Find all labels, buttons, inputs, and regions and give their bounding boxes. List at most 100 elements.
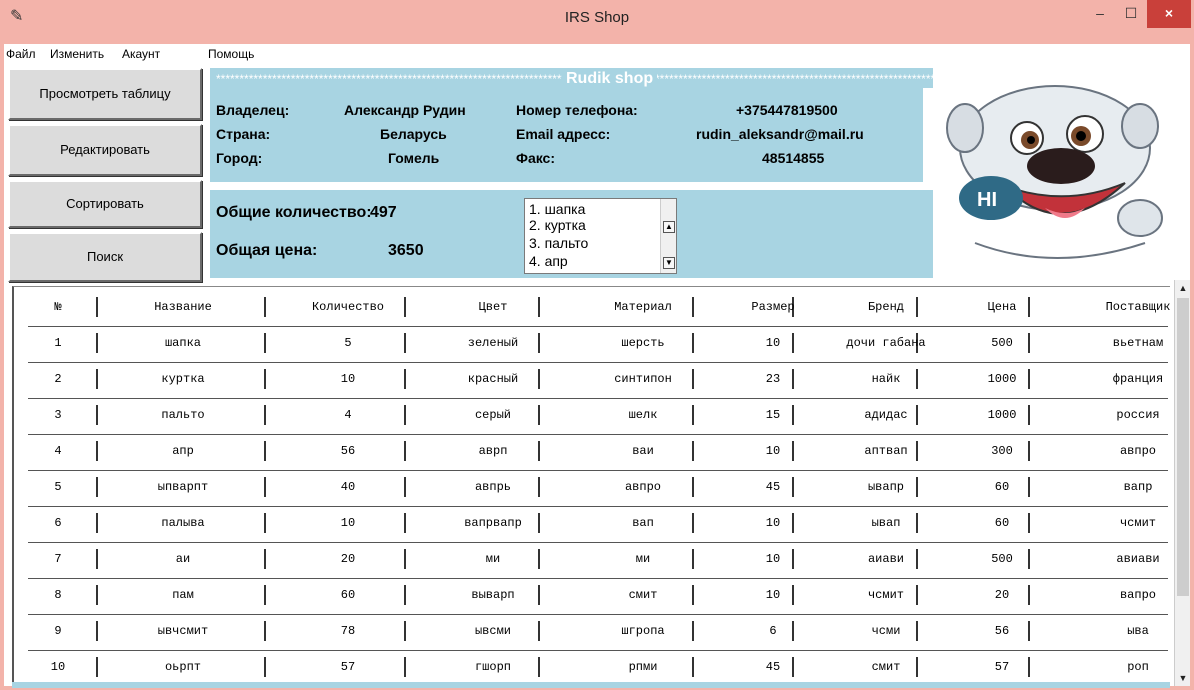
table-cell: 60 [994, 516, 1010, 530]
table-cell: авпро [624, 480, 661, 494]
shop-info-panel: ****************************************… [210, 68, 933, 182]
table-cell: 56 [994, 624, 1010, 638]
table-cell: ывсми [474, 624, 511, 638]
table-cell: вапрвапр [464, 516, 522, 530]
table-row[interactable]: 8 пам 60 выварп смит 10 чсмит 20 вапро [28, 579, 1168, 615]
table-cell: 10 [765, 588, 781, 602]
table-header-row: № Название Количество Цвет Материал Размер Бре… [28, 291, 1170, 327]
app-window: ✎ IRS Shop – ☐ × Файл Изменить Акаунт По… [0, 0, 1194, 690]
table-cell: шапка [164, 336, 201, 350]
menu-edit[interactable]: Изменить [50, 47, 104, 61]
table-cell: найк [871, 372, 901, 386]
table-cell: 60 [994, 480, 1010, 494]
table-cell: 20 [994, 588, 1010, 602]
table-row[interactable]: 7 аи 20 ми ми 10 аиави 500 авиави [28, 543, 1168, 579]
table-cell: 60 [340, 588, 356, 602]
email-label: Email адресс: [516, 126, 611, 142]
table-cell: пальто [161, 408, 205, 422]
scroll-up-icon[interactable]: ▲ [663, 221, 675, 233]
bottom-strip [12, 682, 1170, 688]
table-header-cell: Количество [311, 300, 384, 314]
shop-name: Rudik shop [562, 70, 658, 88]
table-cell: вап [632, 516, 654, 530]
city-label: Город: [216, 150, 263, 166]
table-cell: 56 [340, 444, 356, 458]
table-row[interactable]: 3 пальто 4 серый шелк 15 адидас 1000 россия [28, 399, 1168, 435]
list-item[interactable]: 2. куртка [529, 217, 586, 233]
table-cell: дочи габана [846, 336, 926, 350]
table-cell: пам [172, 588, 194, 602]
column-separator [264, 297, 266, 317]
table-row[interactable]: 1 шапка 5 зеленый шерсть 10 дочи габана 500 вьет… [28, 327, 1168, 363]
close-button[interactable]: × [1147, 0, 1191, 28]
table-cell: ваи [632, 444, 654, 458]
scroll-up-icon[interactable]: ▲ [1175, 280, 1191, 296]
minimize-button[interactable]: – [1085, 0, 1115, 28]
table-cell: 23 [765, 372, 781, 386]
table-cell: 40 [340, 480, 356, 494]
table-cell: 10 [765, 516, 781, 530]
owner-label: Владелец: [216, 102, 290, 118]
view-table-button[interactable]: Просмотреть таблицу [8, 68, 202, 120]
country-value: Беларусь [380, 126, 447, 142]
fax-label: Факс: [516, 150, 556, 166]
table-cell: шерсть [621, 336, 665, 350]
table-header-cell: Цена [987, 300, 1017, 314]
table-cell: 500 [991, 552, 1013, 566]
table-cell: 1000 [987, 372, 1017, 386]
table-header-cell: Материал [614, 300, 672, 314]
table-cell: аиави [867, 552, 904, 566]
table-row[interactable]: 6 палыва 10 вапрвапр вап 10 ывап 60 чсмит [28, 507, 1168, 543]
table-cell: 2 [54, 372, 62, 386]
table-cell: синтипон [614, 372, 672, 386]
table-cell: смит [871, 660, 901, 674]
items-listbox[interactable]: 1. шапка 2. куртка 3. пальто 4. апр ▲ ▼ [524, 198, 677, 274]
table-cell: апр [172, 444, 194, 458]
table-cell: 20 [340, 552, 356, 566]
sort-button[interactable]: Сортировать [8, 180, 202, 228]
phone-label: Номер телефона: [516, 102, 638, 118]
column-separator [264, 477, 266, 497]
table-cell: ыпварпт [157, 480, 209, 494]
column-separator [264, 441, 266, 461]
owner-value: Александр Рудин [344, 102, 466, 118]
menu-account[interactable]: Акаунт [122, 47, 160, 61]
table-cell: 57 [994, 660, 1010, 674]
menu-file[interactable]: Файл [6, 47, 36, 61]
table-row[interactable]: 5 ыпварпт 40 авпрь авпро 45 ывапр 60 вапр [28, 471, 1168, 507]
table-cell: 5 [344, 336, 352, 350]
maximize-button[interactable]: ☐ [1116, 0, 1146, 28]
table-cell: 10 [765, 552, 781, 566]
table-header-cell: Бренд [867, 300, 904, 314]
scroll-down-icon[interactable]: ▼ [663, 257, 675, 269]
table-cell: гшорп [474, 660, 511, 674]
title-bar[interactable]: ✎ IRS Shop – ☐ × [0, 0, 1194, 44]
table-cell: 10 [50, 660, 66, 674]
scroll-down-icon[interactable]: ▼ [1175, 670, 1191, 686]
list-item[interactable]: 1. шапка [529, 201, 585, 217]
search-button[interactable]: Поиск [8, 232, 202, 282]
table-cell: ывапр [867, 480, 904, 494]
table-cell: 10 [340, 516, 356, 530]
window-title: IRS Shop [564, 9, 630, 26]
table-cell: 6 [769, 624, 777, 638]
table-cell: 4 [344, 408, 352, 422]
table-cell: чсми [871, 624, 901, 638]
items-table: № Название Количество Цвет Материал Размер Бре… [12, 286, 1170, 688]
table-row[interactable]: 2 куртка 10 красный синтипон 23 найк 1000 франци… [28, 363, 1168, 399]
table-cell: 10 [765, 444, 781, 458]
table-cell: 5 [54, 480, 62, 494]
table-cell: ми [485, 552, 501, 566]
table-row[interactable]: 4 апр 56 аврп ваи 10 аптвап 300 авпро [28, 435, 1168, 471]
menu-help[interactable]: Помощь [208, 47, 254, 61]
email-value: rudin_aleksandr@mail.ru [696, 126, 864, 142]
table-scrollbar[interactable]: ▲ ▼ [1174, 280, 1190, 686]
table-cell: шгропа [621, 624, 665, 638]
listbox-scrollbar[interactable]: ▲ ▼ [660, 199, 676, 273]
list-item[interactable]: 4. апр [529, 253, 568, 271]
table-row[interactable]: 9 ывчсмит 78 ывсми шгропа 6 чсми 56 ыва [28, 615, 1168, 651]
scroll-thumb[interactable] [1177, 298, 1189, 596]
table-cell: 15 [765, 408, 781, 422]
list-item[interactable]: 3. пальто [529, 235, 588, 251]
edit-button[interactable]: Редактировать [8, 124, 202, 176]
